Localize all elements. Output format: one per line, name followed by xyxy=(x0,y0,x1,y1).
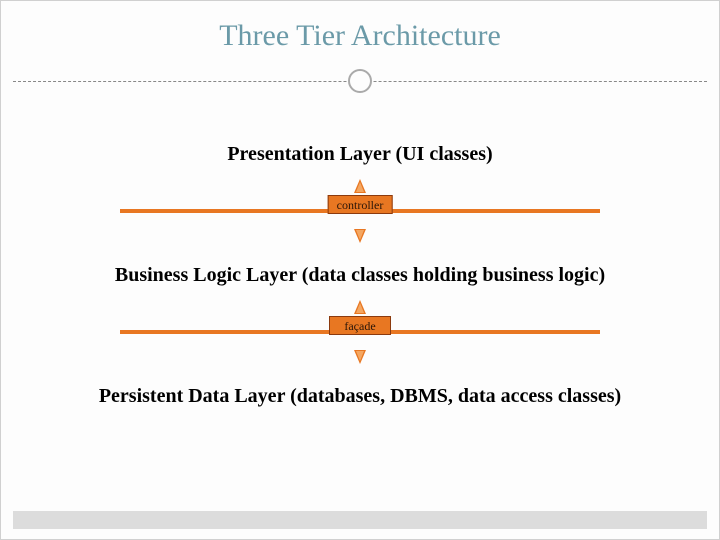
connector-controller: controller xyxy=(120,176,600,246)
presentation-layer-label: Presentation Layer (UI classes) xyxy=(41,143,679,166)
circle-decoration xyxy=(348,69,372,93)
persistent-layer-label: Persistent Data Layer (databases, DBMS, … xyxy=(41,385,679,408)
slide-title: Three Tier Architecture xyxy=(1,1,719,67)
arrow-down-inner xyxy=(356,230,364,240)
slide-container: Three Tier Architecture Presentation Lay… xyxy=(0,0,720,540)
facade-box: façade xyxy=(329,316,391,335)
diagram-content: Presentation Layer (UI classes) controll… xyxy=(1,95,719,408)
title-divider xyxy=(1,67,719,95)
controller-box: controller xyxy=(328,195,393,214)
connector-facade: façade xyxy=(120,297,600,367)
arrow-down-inner xyxy=(356,351,364,361)
arrow-up-inner xyxy=(356,303,364,313)
arrow-up-inner xyxy=(356,182,364,192)
business-layer-label: Business Logic Layer (data classes holdi… xyxy=(41,264,679,287)
footer-bar xyxy=(13,511,707,529)
